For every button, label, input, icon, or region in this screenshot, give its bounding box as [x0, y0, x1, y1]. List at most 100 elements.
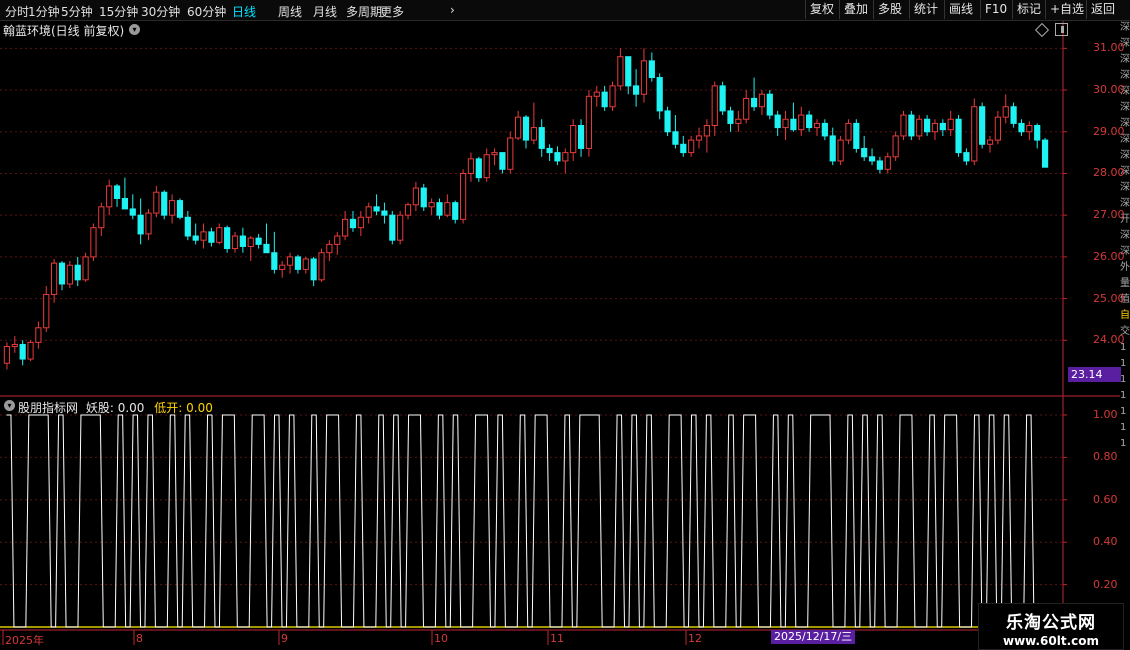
price-panel-menu-icon[interactable]: ▾	[129, 24, 140, 35]
candle-body	[971, 106, 978, 162]
candle-body	[491, 152, 498, 156]
candle-body	[294, 256, 302, 270]
candle-body	[680, 143, 687, 154]
period-tab-6[interactable]: 日线	[232, 3, 256, 20]
candle-body	[515, 116, 522, 139]
candle-body	[420, 187, 427, 208]
candle-body	[853, 122, 860, 149]
period-tab-3[interactable]: 15分钟	[99, 3, 138, 20]
x-tick-label: 10	[434, 632, 448, 645]
period-tab-5[interactable]: 60分钟	[187, 3, 226, 20]
candle-body	[1041, 139, 1049, 168]
candle-body	[963, 152, 970, 162]
current-date-tag: 2025/12/17/三	[771, 630, 856, 644]
candle-body	[239, 235, 246, 247]
candle-body	[459, 172, 467, 220]
candle-body	[876, 160, 884, 170]
candle-body	[782, 118, 789, 129]
x-tick-label: 11	[550, 632, 564, 645]
period-tab-10[interactable]: 更多	[380, 3, 404, 20]
candle-body	[82, 256, 89, 281]
x-tick-label: 2025年	[5, 634, 44, 647]
candle-body	[58, 262, 66, 285]
candle-body	[1018, 122, 1025, 133]
side-strip-char: 1	[1120, 438, 1127, 449]
candle-body	[861, 147, 868, 158]
side-strip-char: 1	[1120, 358, 1127, 369]
period-tab-0[interactable]: 分时	[5, 3, 29, 20]
x-tick-label: 8	[136, 632, 143, 645]
x-tick-label: 12	[688, 632, 702, 645]
candle-body	[837, 139, 844, 162]
candle-body	[664, 110, 671, 133]
candle-body	[1026, 125, 1033, 133]
toolbar-button-1[interactable]: 叠加	[839, 0, 872, 19]
side-strip-char: 1	[1120, 390, 1127, 401]
candle-body	[790, 118, 797, 131]
candle-body	[562, 152, 569, 162]
candle-body	[931, 122, 939, 133]
candle-body	[719, 85, 726, 112]
toolbar-button-3[interactable]: 统计	[909, 0, 942, 19]
candle-body	[137, 214, 144, 235]
candle-body	[585, 95, 593, 149]
indicator-tick-label: 0.80	[1093, 450, 1118, 464]
watermark: 乐淘公式网 www.60lt.com	[978, 603, 1124, 650]
period-tab-7[interactable]: 周线	[278, 3, 302, 20]
chart-canvas	[0, 20, 1120, 645]
candle-body	[625, 56, 632, 87]
price-panel-title: 翰蓝环境(日线 前复权)	[3, 24, 125, 38]
candle-body	[570, 125, 577, 154]
period-tab-2[interactable]: 5分钟	[61, 3, 93, 20]
period-tab-4[interactable]: 30分钟	[141, 3, 180, 20]
side-strip-char: 深	[1120, 22, 1130, 33]
candle-body	[176, 200, 184, 218]
panel-toggle-icon[interactable]	[1055, 23, 1068, 36]
candle-body	[813, 122, 821, 129]
candle-body	[106, 185, 113, 208]
candle-body	[27, 341, 34, 360]
toolbar-button-4[interactable]: 画线	[944, 0, 977, 19]
toolbar-button-5[interactable]: F10	[980, 0, 1011, 19]
side-info-strip: 深深深深深深深深深深深深开深深外量值自交1111111	[1120, 20, 1130, 630]
period-tab-9[interactable]: 多周期	[346, 3, 382, 20]
period-toolbar: 分时 1分钟 5分钟 15分钟 30分钟 60分钟 日线 周线 月线 多周期 更多 › 复权 叠加 多股 统计…	[0, 0, 1130, 21]
indicator-panel-menu-icon[interactable]: ▾	[4, 400, 15, 411]
candle-body	[271, 252, 278, 270]
candle-body	[224, 227, 231, 250]
indicator-value-2: 0.00	[186, 401, 213, 415]
candle-body	[3, 346, 11, 364]
side-strip-char: 深	[1120, 182, 1130, 193]
candle-body	[546, 147, 553, 154]
candle-body	[522, 116, 530, 141]
period-tab-1[interactable]: 1分钟	[28, 3, 60, 20]
period-tab-8[interactable]: 月线	[313, 3, 337, 20]
candle-body	[609, 85, 616, 108]
candle-body	[467, 158, 475, 174]
candle-body	[373, 206, 380, 212]
toolbar-button-6[interactable]: 标记	[1012, 0, 1045, 19]
candle-body	[161, 191, 168, 216]
candle-body	[365, 206, 372, 218]
toolbar-button-2[interactable]: 多股	[873, 0, 906, 19]
price-tick-label: 29.00	[1093, 124, 1125, 138]
indicator-title: 股朋指标网 妖股: 0.00 低开: 0.00	[18, 399, 213, 416]
candle-body	[688, 139, 695, 154]
indicator-tick-label: 0.60	[1093, 492, 1118, 506]
price-tick-label: 31.00	[1093, 41, 1125, 55]
side-strip-char: 1	[1120, 406, 1127, 417]
candle-body	[43, 293, 50, 329]
toolbar-button-0[interactable]: 复权	[805, 0, 838, 19]
side-strip-char: 1	[1120, 374, 1127, 385]
candle-body	[200, 231, 207, 241]
candle-body	[216, 227, 223, 243]
toolbar-button-7[interactable]: +自选	[1045, 0, 1088, 19]
more-chevron-icon[interactable]: ›	[450, 3, 455, 17]
candle-body	[35, 327, 42, 343]
candle-body	[483, 154, 490, 179]
toolbar-button-8[interactable]: 返回	[1086, 0, 1119, 19]
candle-body	[829, 135, 836, 162]
side-strip-char: 深	[1120, 70, 1130, 81]
indicator-tick-label: 1.00	[1093, 408, 1118, 421]
side-strip-char: 深	[1120, 150, 1130, 161]
